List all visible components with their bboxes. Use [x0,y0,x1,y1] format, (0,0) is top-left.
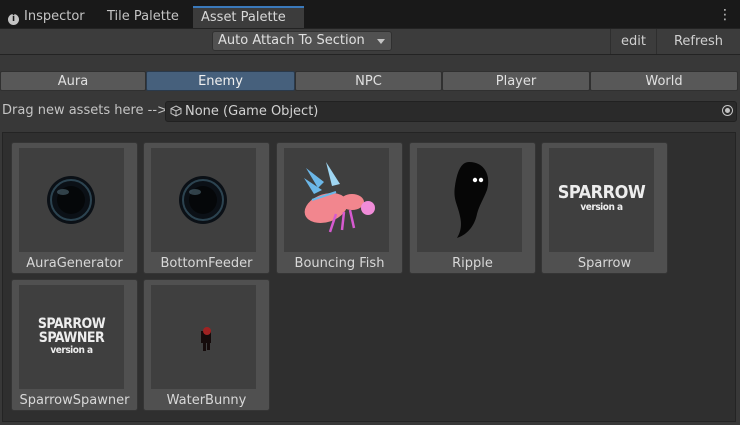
asset-thumbnail: SPARROW version a [549,148,654,252]
asset-label: Sparrow [577,256,632,271]
thumb-line: SPARROW [557,182,646,203]
shadow-blob-icon [454,162,489,238]
asset-tile-bottomfeeder[interactable]: BottomFeeder [143,142,270,274]
section-tab-npc[interactable]: NPC [295,71,442,91]
bunny-icon [201,327,211,351]
sparrow-text-icon: SPARROW version a [549,184,654,214]
object-picker-icon[interactable] [722,105,733,116]
asset-thumbnail [151,285,256,389]
more-options-icon[interactable]: ⋮ [718,8,732,22]
asset-tile-sparrow[interactable]: SPARROW version a Sparrow [541,142,668,274]
asset-thumbnail: SPARROW SPAWNER version a [19,285,124,389]
asset-label: Bouncing Fish [294,256,385,271]
palette-toolbar: Auto Attach To Section edit Refresh [0,29,740,55]
asset-tile-sparrowspawner[interactable]: SPARROW SPAWNER version a SparrowSpawner [11,279,138,411]
asset-thumbnail [19,148,124,252]
editor-tab-bar: i Inspector Tile Palette Asset Palette ⋮ [0,0,740,29]
thumb-line: version a [50,345,93,356]
asset-tile-ripple[interactable]: Ripple [409,142,536,274]
section-tab-player[interactable]: Player [442,71,590,91]
section-tabs: Aura Enemy NPC Player World [0,71,740,91]
tab-inspector[interactable]: i Inspector [0,6,93,28]
drag-assets-label: Drag new assets here --> [2,103,168,118]
tab-asset-palette-label: Asset Palette [201,10,286,25]
thumb-line: SPAWNER [38,330,105,346]
thumb-line: SPARROW [37,316,106,332]
asset-label: Ripple [452,256,493,271]
attach-mode-value: Auto Attach To Section [218,33,365,48]
game-object-value: None (Game Object) [185,104,319,119]
asset-thumbnail [284,148,389,252]
dark-orb-icon [47,176,95,224]
dark-orb-icon [179,176,227,224]
asset-thumbnail [417,148,522,252]
section-tab-world[interactable]: World [590,71,738,91]
tab-tile-palette[interactable]: Tile Palette [99,6,187,28]
wasp-fish-icon [304,162,375,233]
game-object-icon [170,105,182,117]
edit-button[interactable]: edit [610,29,656,54]
section-tab-aura[interactable]: Aura [0,71,146,91]
asset-thumbnail [151,148,256,252]
asset-label: BottomFeeder [160,256,253,271]
info-icon: i [8,14,19,25]
drag-assets-row: Drag new assets here --> None (Game Obje… [0,101,740,122]
game-object-field[interactable]: None (Game Object) [165,101,737,122]
tab-tile-palette-label: Tile Palette [107,9,179,24]
chevron-down-icon [377,39,385,44]
asset-label: AuraGenerator [26,256,123,271]
thumb-line: version a [580,202,623,213]
attach-mode-dropdown[interactable]: Auto Attach To Section [212,31,392,51]
sparrow-spawner-text-icon: SPARROW SPAWNER version a [19,317,124,357]
asset-grid: AuraGenerator BottomFeeder Bouncing Fish… [2,132,736,422]
asset-tile-auragenerator[interactable]: AuraGenerator [11,142,138,274]
asset-tile-bouncing-fish[interactable]: Bouncing Fish [276,142,403,274]
asset-label: WaterBunny [166,393,247,408]
tab-inspector-label: Inspector [24,9,85,24]
tab-asset-palette[interactable]: Asset Palette [193,6,304,28]
refresh-button[interactable]: Refresh [656,29,740,54]
section-tab-enemy[interactable]: Enemy [146,71,295,91]
asset-label: SparrowSpawner [19,393,130,408]
asset-tile-waterbunny[interactable]: WaterBunny [143,279,270,411]
